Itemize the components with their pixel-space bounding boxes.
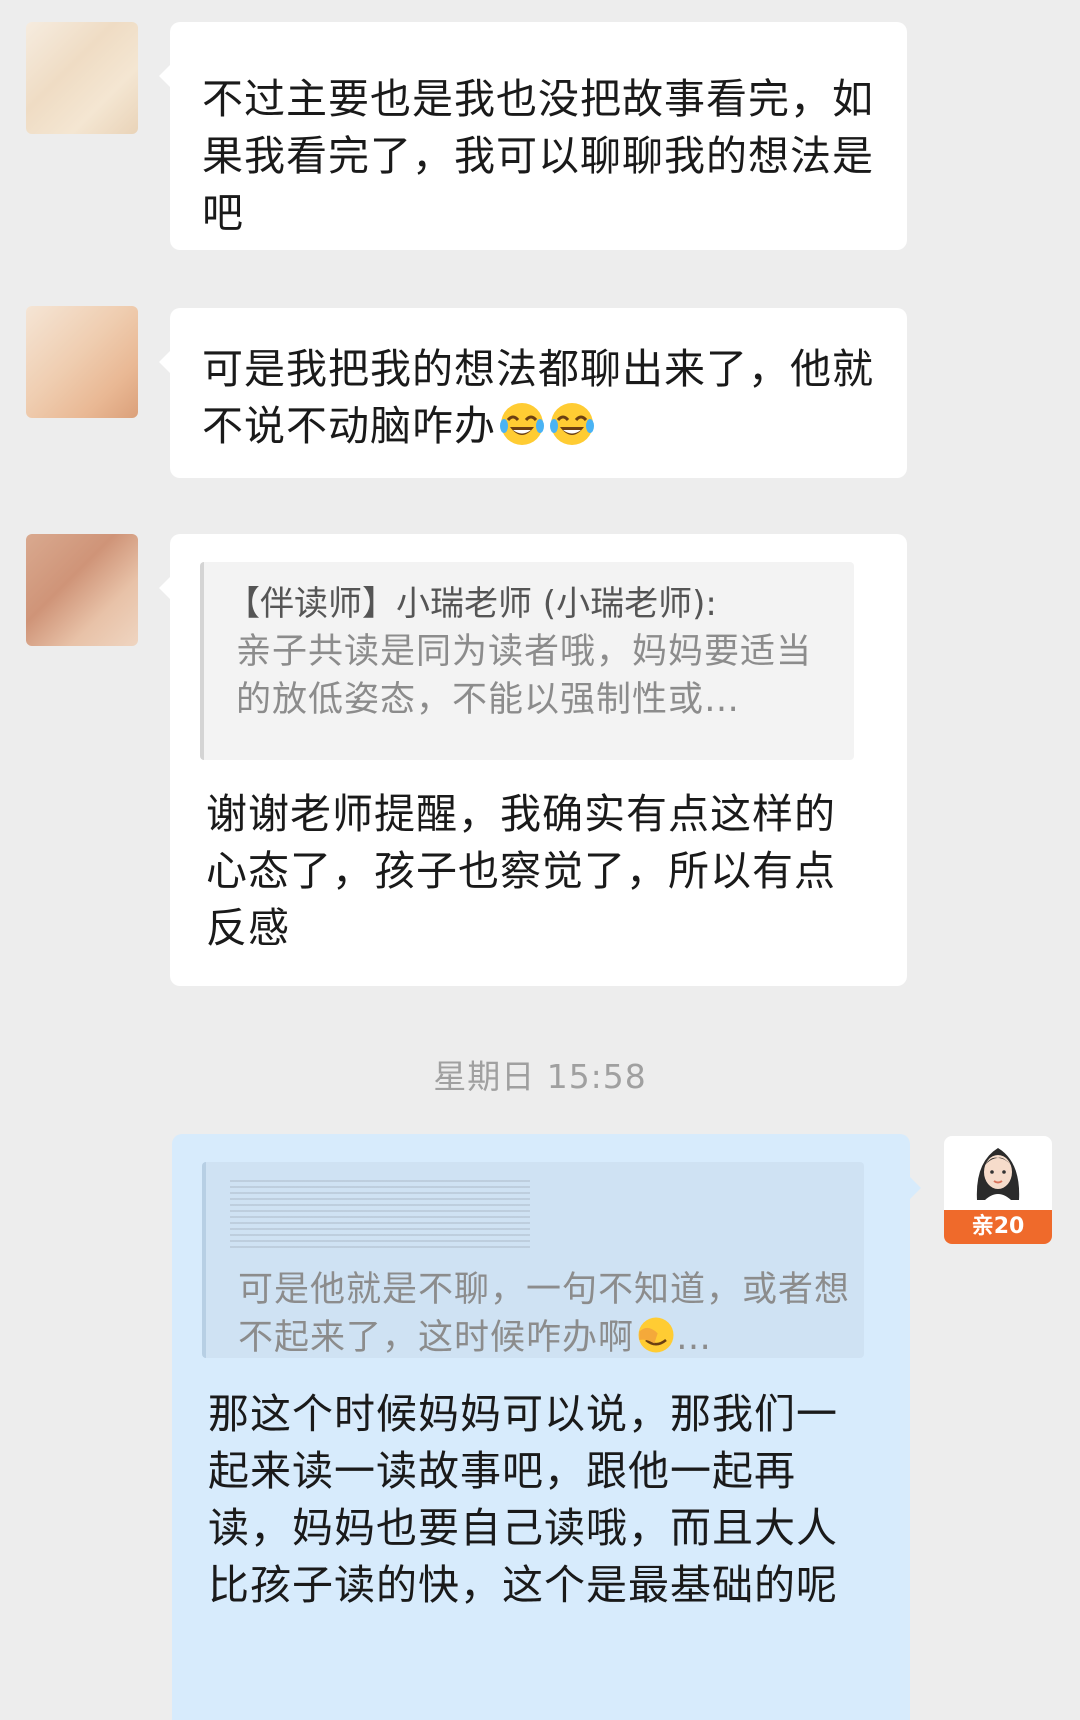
message-text: 不过主要也是我也没把故事看完，如果我看完了，我可以聊聊我的想法是吧 [202, 75, 874, 237]
sender-avatar[interactable] [26, 306, 138, 418]
message-text: 谢谢老师提醒，我确实有点这样的心态了，孩子也察觉了，所以有点反感 [206, 790, 836, 952]
timestamp: 星期日 15:58 [433, 1057, 647, 1096]
message-text: 可是我把我的想法都聊出来了，他就不说不动脑咋办 [202, 345, 874, 450]
facepalm-emoji-icon [638, 1317, 674, 1353]
quoted-message[interactable]: 可是他就是不聊，一句不知道，或者想不起来了，这时候咋办啊… [202, 1162, 864, 1358]
message-text: 那这个时候妈妈可以说，那我们一起来读一读故事吧，跟他一起再读，妈妈也要自己读哦，… [208, 1390, 838, 1609]
quote-text: 亲子共读是同为读者哦，妈妈要适当的放低姿态，不能以强制性或… [236, 632, 813, 720]
sender-avatar[interactable] [26, 22, 138, 134]
message-bubble[interactable]: 不过主要也是我也没把故事看完，如果我看完了，我可以聊聊我的想法是吧 [159, 22, 907, 250]
quote-author: 【伴读师】小瑞老师 (小瑞老师): [226, 584, 717, 624]
laughing-tears-emoji-icon [500, 403, 544, 445]
sender-avatar[interactable] [26, 534, 138, 646]
message-bubble[interactable]: 可是我把我的想法都聊出来了，他就不说不动脑咋办 [159, 308, 907, 478]
quoted-image-thumbnail [230, 1176, 530, 1250]
message-bubble[interactable]: 可是他就是不聊，一句不知道，或者想不起来了，这时候咋办啊… 那这个时候妈妈可以说… [172, 1134, 921, 1720]
profile-illustration-icon [976, 1148, 1020, 1202]
laughing-tears-emoji-icon [550, 403, 594, 445]
quoted-message[interactable]: 【伴读师】小瑞老师 (小瑞老师): 亲子共读是同为读者哦，妈妈要适当的放低姿态，… [200, 562, 854, 760]
avatar-badge: 亲20 [944, 1210, 1052, 1244]
quote-text: 可是他就是不聊，一句不知道，或者想不起来了，这时候咋办啊… [238, 1270, 851, 1358]
my-avatar[interactable]: 亲20 [944, 1136, 1052, 1244]
message-bubble[interactable]: 【伴读师】小瑞老师 (小瑞老师): 亲子共读是同为读者哦，妈妈要适当的放低姿态，… [159, 534, 907, 986]
